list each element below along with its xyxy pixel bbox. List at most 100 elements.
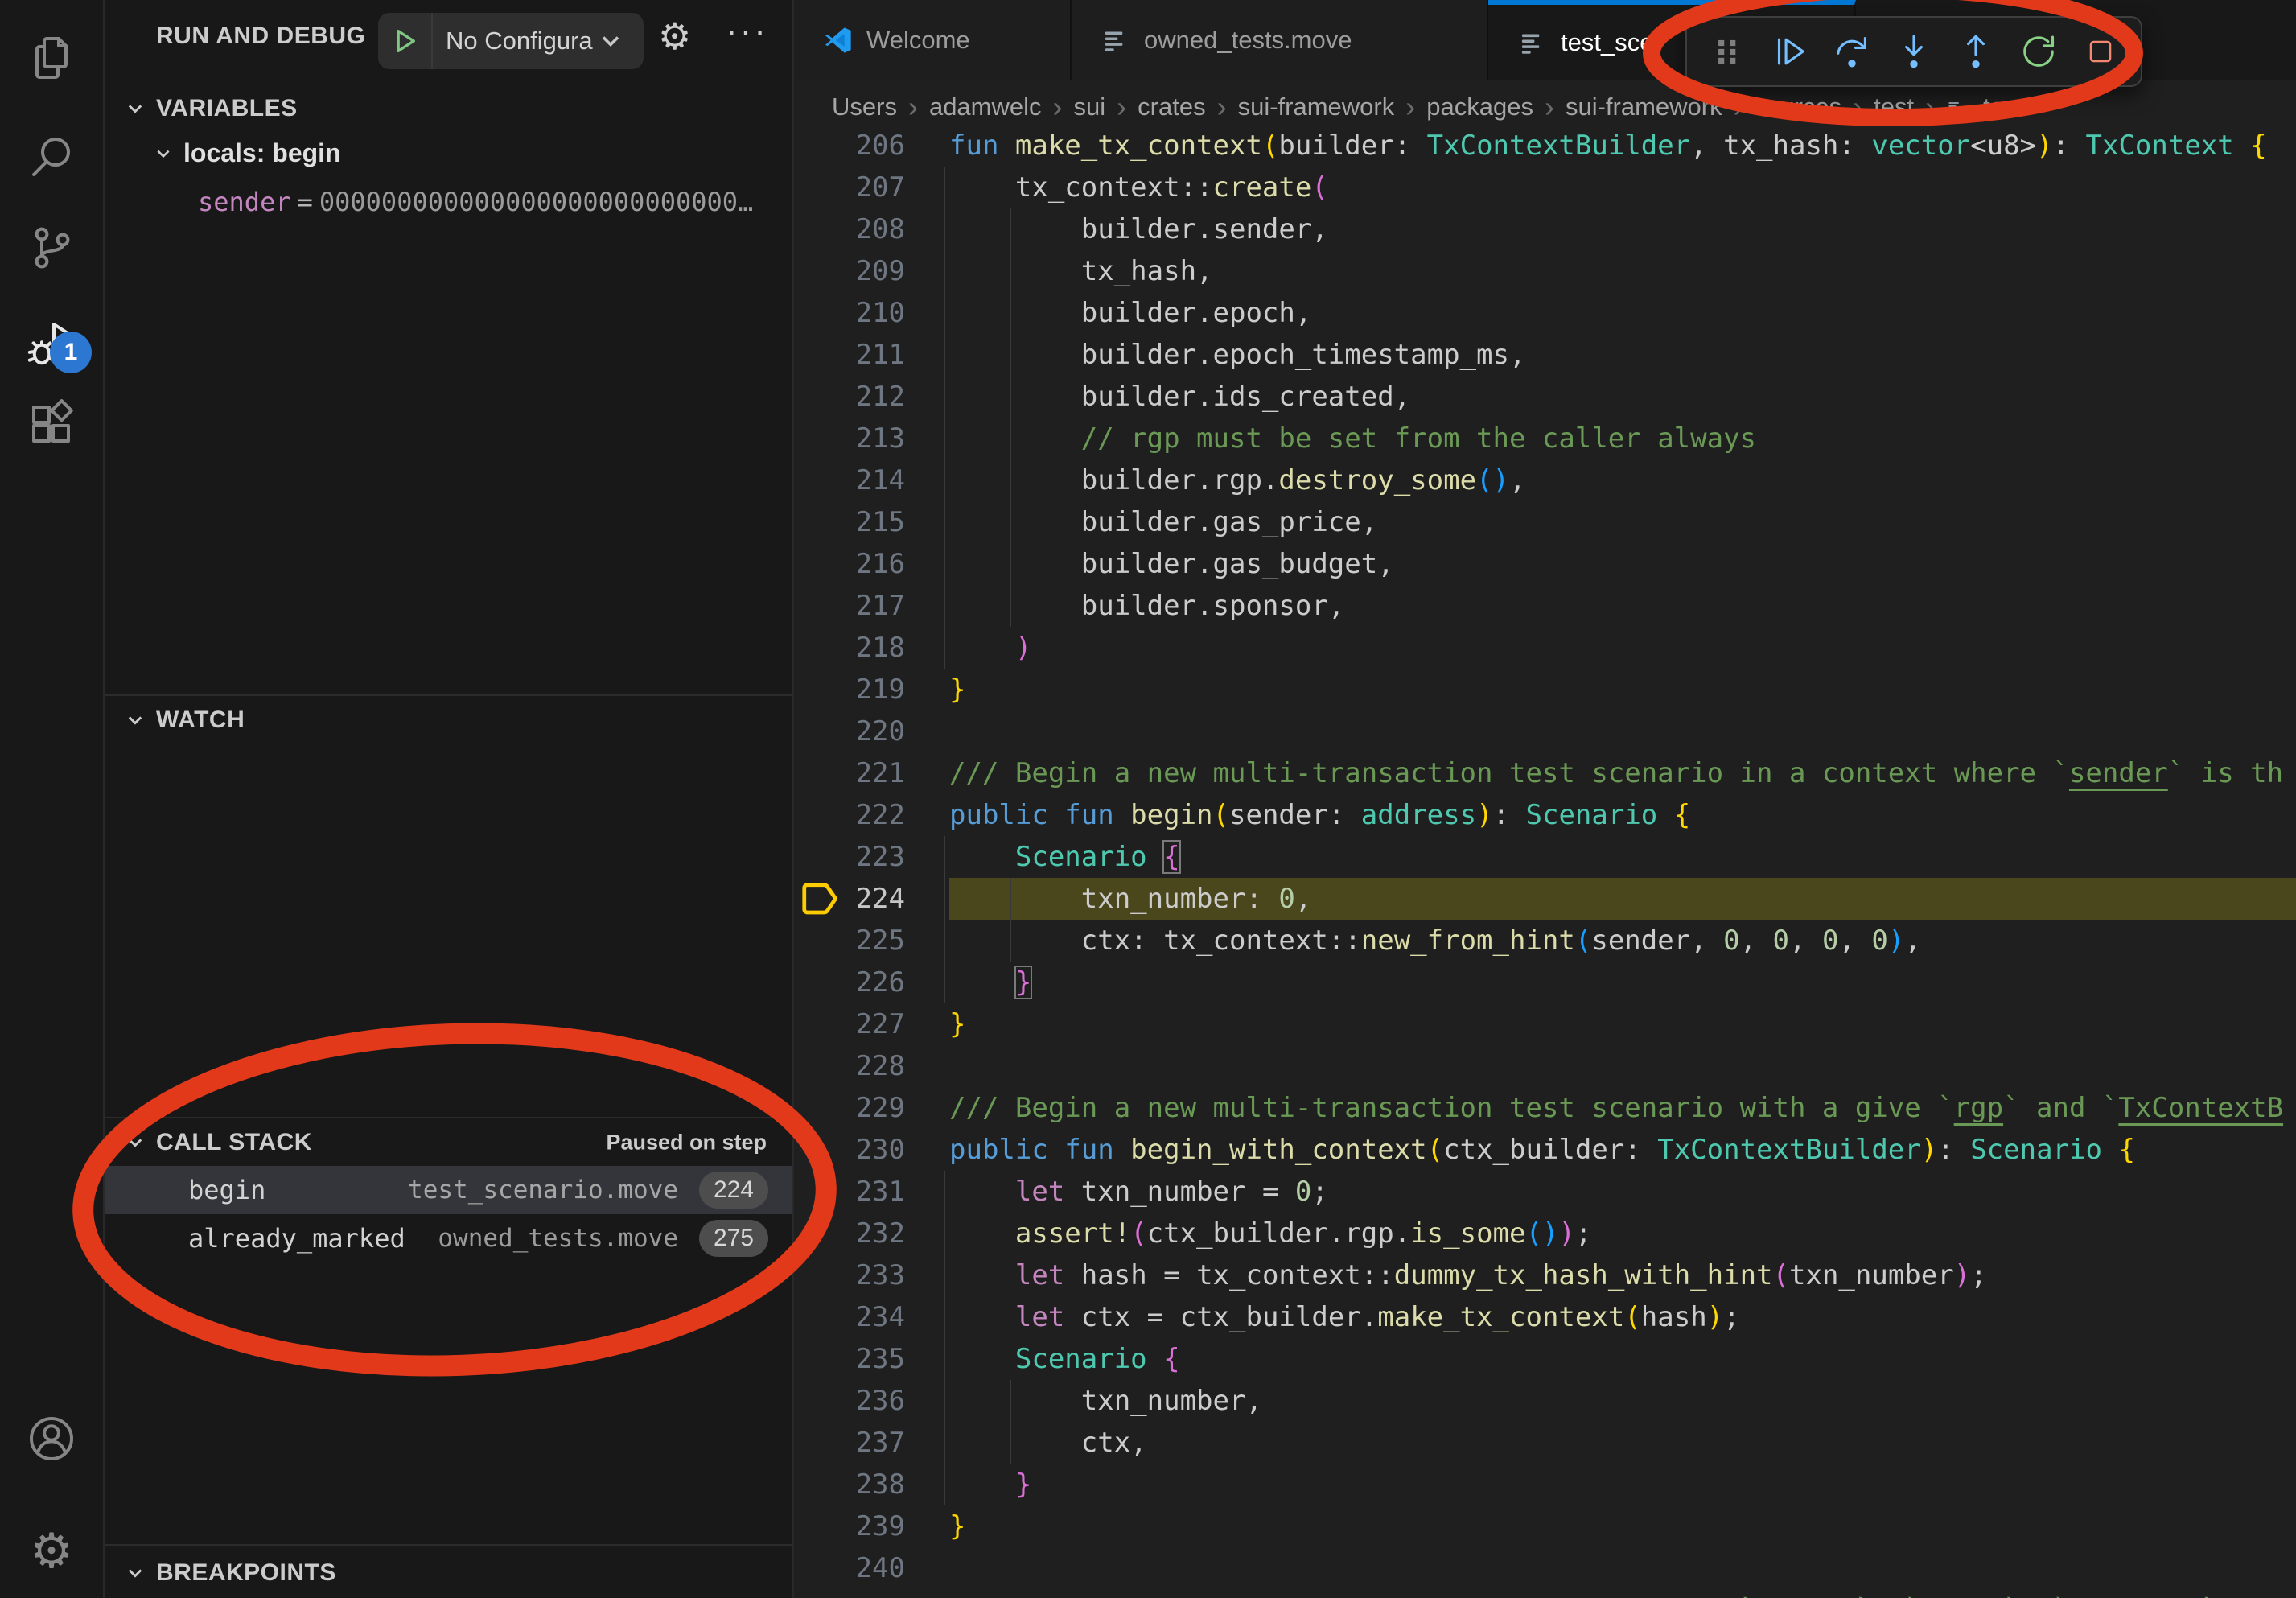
code-line-210[interactable]: 210 builder.epoch,: [794, 292, 2296, 334]
activity-bar-explorer-icon[interactable]: [0, 18, 103, 98]
breadcrumb-item[interactable]: sui-framework: [1566, 93, 1722, 121]
code-line-238[interactable]: 238 }: [794, 1464, 2296, 1505]
restart-button[interactable]: [2016, 29, 2061, 74]
code-line-218[interactable]: 218 ): [794, 627, 2296, 669]
code-line-220[interactable]: 220: [794, 710, 2296, 752]
activity-bar-accounts-icon[interactable]: [0, 1398, 103, 1479]
activity-bar-source-control-icon[interactable]: [0, 208, 103, 288]
code-text: }: [949, 962, 1031, 1003]
activity-bar-settings-icon[interactable]: ⚙: [0, 1511, 103, 1592]
move-file-icon: [1946, 93, 1973, 121]
code-line-215[interactable]: 215 builder.gas_price,: [794, 501, 2296, 543]
locals-scope-row[interactable]: locals: begin: [154, 138, 341, 168]
tab-welcome[interactable]: Welcome: [794, 0, 1072, 80]
breadcrumb-item[interactable]: sui: [1074, 93, 1106, 121]
code-line-213[interactable]: 213 // rgp must be set from the caller a…: [794, 418, 2296, 459]
line-number: 207: [794, 167, 905, 208]
line-number: 221: [794, 752, 905, 794]
step-out-button[interactable]: [1953, 29, 1998, 74]
code-line-228[interactable]: 228: [794, 1045, 2296, 1087]
code-line-236[interactable]: 236 txn_number,: [794, 1380, 2296, 1422]
code-line-209[interactable]: 209 tx_hash,: [794, 250, 2296, 292]
debug-settings-gear-icon[interactable]: ⚙: [658, 18, 691, 55]
indent-guide: [944, 1213, 945, 1254]
code-line-231[interactable]: 231 let txn_number = 0;: [794, 1171, 2296, 1213]
code-text: /// Begin a new multi-transaction test s…: [949, 1087, 2283, 1129]
breadcrumb[interactable]: Users›adamwelc›sui›crates›sui-framework›…: [794, 80, 2296, 134]
current-stack-frame-icon: [800, 881, 841, 916]
code-line-225[interactable]: 225 ctx: tx_context::new_from_hint(sende…: [794, 920, 2296, 962]
code-line-234[interactable]: 234 let ctx = ctx_builder.make_tx_contex…: [794, 1296, 2296, 1338]
sidebar-title: RUN AND DEBUG: [156, 23, 365, 50]
breadcrumb-item[interactable]: Users: [832, 93, 897, 121]
stop-button[interactable]: [2078, 29, 2123, 74]
call-stack-frame-already_marked[interactable]: already_markedowned_tests.move275: [105, 1214, 792, 1262]
code-line-224[interactable]: 224 txn_number: 0,: [794, 878, 2296, 920]
line-number: 236: [794, 1380, 905, 1422]
code-text: let ctx = ctx_builder.make_tx_context(ha…: [949, 1296, 1740, 1338]
breadcrumb-item[interactable]: crates: [1138, 93, 1205, 121]
code-text: /// Begin a new multi-transaction test s…: [949, 752, 2283, 794]
breakpoints-section-header[interactable]: BREAKPOINTS: [105, 1550, 792, 1596]
code-line-222[interactable]: 222public fun begin(sender: address): Sc…: [794, 794, 2296, 836]
breadcrumb-file-item[interactable]: te: [1946, 93, 2004, 121]
code-line-235[interactable]: 235 Scenario {: [794, 1338, 2296, 1380]
code-line-226[interactable]: 226 }: [794, 962, 2296, 1003]
code-line-233[interactable]: 233 let hash = tx_context::dummy_tx_hash…: [794, 1254, 2296, 1296]
continue-button[interactable]: [1767, 29, 1812, 74]
start-debugging-button[interactable]: [378, 13, 433, 69]
more-actions-icon[interactable]: ···: [726, 11, 768, 51]
call-stack-frame-begin[interactable]: begintest_scenario.move224: [105, 1166, 792, 1214]
code-line-237[interactable]: 237 ctx,: [794, 1422, 2296, 1464]
breadcrumb-item[interactable]: adamwelc: [929, 93, 1042, 121]
breadcrumb-item[interactable]: test: [1874, 93, 1914, 121]
code-line-221[interactable]: 221 /// Begin a new multi-transaction tes…: [794, 752, 2296, 794]
activity-bar: 1⚙: [0, 0, 105, 1598]
indent-guide: [944, 292, 945, 334]
config-dropdown-label: No Configura: [446, 27, 603, 56]
section-divider: [105, 694, 792, 696]
step-into-button[interactable]: [1891, 29, 1936, 74]
drag-handle-icon[interactable]: [1705, 29, 1750, 74]
code-line-240[interactable]: 240: [794, 1547, 2296, 1589]
code-line-239[interactable]: 239}: [794, 1505, 2296, 1547]
breadcrumb-item[interactable]: sui-framework: [1238, 93, 1395, 121]
line-number: 217: [794, 585, 905, 627]
tab-label: Welcome: [866, 26, 970, 55]
code-line-219[interactable]: 219}: [794, 669, 2296, 710]
code-text: public fun begin_with_context(ctx_builde…: [949, 1129, 2135, 1171]
code-line-229[interactable]: 229/// Begin a new multi-transaction tes…: [794, 1087, 2296, 1129]
code-line-223[interactable]: 223 Scenario {: [794, 836, 2296, 878]
code-line-230[interactable]: 230public fun begin_with_context(ctx_bui…: [794, 1129, 2296, 1171]
code-line-207[interactable]: 207 tx_context::create(: [794, 167, 2296, 208]
watch-section-header[interactable]: WATCH: [105, 697, 792, 743]
breadcrumb-item[interactable]: packages: [1426, 93, 1533, 121]
step-over-button[interactable]: [1829, 29, 1874, 74]
line-number: 219: [794, 669, 905, 710]
code-line-232[interactable]: 232 assert!(ctx_builder.rgp.is_some());: [794, 1213, 2296, 1254]
code-text: txn_number,: [949, 1380, 1262, 1422]
activity-bar-run-and-debug-icon[interactable]: 1: [0, 303, 103, 383]
activity-bar-extensions-icon[interactable]: [0, 385, 103, 465]
variables-label: VARIABLES: [156, 95, 298, 122]
activity-bar-search-icon[interactable]: [0, 117, 103, 198]
variable-row-sender[interactable]: sender=000000000000000000000000000…: [198, 187, 753, 217]
breadcrumb-item[interactable]: sources: [1755, 93, 1842, 121]
code-line-217[interactable]: 217 builder.sponsor,: [794, 585, 2296, 627]
code-line-212[interactable]: 212 builder.ids_created,: [794, 376, 2296, 418]
code-line-241[interactable]: 241/// Creates and shares system objects…: [794, 1589, 2296, 1598]
code-editor[interactable]: 206fun make_tx_context(builder: TxContex…: [794, 0, 2296, 1598]
editor-group: 206fun make_tx_context(builder: TxContex…: [794, 0, 2296, 1598]
code-line-227[interactable]: 227}: [794, 1003, 2296, 1045]
code-line-216[interactable]: 216 builder.gas_budget,: [794, 543, 2296, 585]
indent-guide: [944, 1254, 945, 1296]
indent-guide: [944, 627, 945, 669]
breadcrumb-file-label: te: [1983, 93, 2004, 121]
call-stack-section-header[interactable]: CALL STACK Paused on step: [105, 1119, 792, 1166]
tab-owned-tests-move[interactable]: owned_tests.move: [1072, 0, 1488, 80]
code-line-208[interactable]: 208 builder.sender,: [794, 208, 2296, 250]
code-line-214[interactable]: 214 builder.rgp.destroy_some(),: [794, 459, 2296, 501]
code-line-211[interactable]: 211 builder.epoch_timestamp_ms,: [794, 334, 2296, 376]
variables-section-header[interactable]: VARIABLES: [105, 85, 792, 132]
debug-configuration-dropdown[interactable]: No Configura: [378, 13, 644, 69]
